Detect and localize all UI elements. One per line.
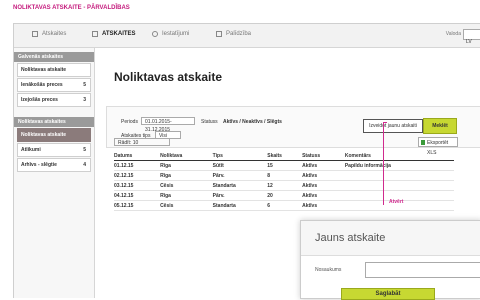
column-header[interactable]: Datums <box>114 152 161 161</box>
table-cell <box>344 170 454 181</box>
table-cell: Standarta <box>212 180 268 191</box>
sidebar-section-header: Noliktavas atskaites <box>14 117 94 127</box>
sidebar-item-outgoing[interactable]: Izejošās preces 3 <box>17 93 91 107</box>
table-cell: Papildu informācija <box>344 160 454 171</box>
table-cell: Rīga <box>160 170 213 181</box>
modal-title: Jauns atskaite <box>315 232 386 244</box>
grid-icon <box>92 31 98 37</box>
sidebar: Galvenās atskaites Noliktavas atskaite I… <box>14 48 95 298</box>
name-input[interactable] <box>365 262 480 278</box>
table-cell: Cēsis <box>160 200 213 211</box>
sidebar-item-balances[interactable]: Atlikumi 5 <box>17 143 91 157</box>
content-heading: Noliktavas atskaite <box>114 70 223 84</box>
period-label: Periods <box>121 119 138 125</box>
sidebar-item-label: Noliktavas atskaite <box>21 132 67 138</box>
table-cell: Cēsis <box>160 180 213 191</box>
table-cell: Rīga <box>160 160 213 171</box>
top-navigation: Atskaites ATSKAITES Iestatījumi Palīdzīb… <box>14 24 480 48</box>
name-field-label: Nosaukums <box>315 267 342 273</box>
create-report-button[interactable]: Izveidot jaunu atskaiti <box>363 119 423 133</box>
table-cell: Pārv. <box>212 170 268 181</box>
table-cell: 01.12.15 <box>114 160 161 171</box>
table-cell: 02.12.15 <box>114 170 161 181</box>
search-button[interactable]: Meklēt <box>423 118 457 134</box>
sidebar-item-count: 5 <box>83 82 86 88</box>
sidebar-item-incoming[interactable]: Ienākošās preces 5 <box>17 78 91 92</box>
column-header[interactable]: Komentārs <box>344 152 454 161</box>
help-icon <box>216 31 222 37</box>
table-cell: 03.12.15 <box>114 180 161 191</box>
table-cell: Sūtīt <box>212 160 268 171</box>
period-field[interactable]: 01.01.2015-31.12.2015 <box>141 117 195 133</box>
table-row[interactable]: 01.12.15 Rīga Sūtīt 15 Aktīvs Papildu in… <box>114 160 454 171</box>
connector-label: Atvērt <box>389 199 404 205</box>
sidebar-section-header: Galvenās atskaites <box>14 52 94 62</box>
sidebar-item-archive[interactable]: Arhīvs - slēgtie 4 <box>17 158 91 172</box>
nav-item-label: Atskaites <box>42 31 67 37</box>
save-button[interactable]: Saglabāt <box>341 288 435 300</box>
sidebar-item-label: Ienākošās preces <box>21 82 63 88</box>
column-header[interactable]: Tips <box>212 152 268 161</box>
sidebar-item-label: Izejošās preces <box>21 97 58 103</box>
table-header-row: Datums Noliktava Tips Skaits Statuss Kom… <box>114 152 454 161</box>
table-cell: Standarta <box>212 200 268 211</box>
table-cell: Aktīvs <box>302 170 345 181</box>
nav-item-label: Palīdzība <box>226 31 252 37</box>
table-cell: Aktīvs <box>302 180 345 191</box>
table-cell: Aktīvs <box>302 190 345 201</box>
nav-item-help[interactable]: Palīdzība <box>216 31 251 37</box>
language-value: LV <box>466 39 472 45</box>
table-cell: 6 <box>267 200 303 211</box>
nav-item-reports[interactable]: ATSKAITES <box>92 31 136 37</box>
gear-icon <box>152 31 158 37</box>
column-header[interactable]: Skaits <box>267 152 303 161</box>
table-cell: 05.12.15 <box>114 200 161 211</box>
connector-tick <box>384 122 387 123</box>
column-header[interactable]: Noliktava <box>160 152 213 161</box>
status-label: Statuss <box>201 119 218 125</box>
sidebar-item-label: Atlikumi <box>21 147 41 153</box>
connector-line <box>383 122 384 205</box>
nav-item-label: ATSKAITES <box>102 31 136 37</box>
sidebar-item-label: Noliktavas atskaite <box>21 67 67 73</box>
column-header[interactable]: Statuss <box>302 152 345 161</box>
export-xls-button[interactable]: Eksportēt XLS <box>418 137 458 156</box>
status-options[interactable]: Aktīvs / Neaktīvs / Slēgts <box>223 119 282 125</box>
table-cell: 04.12.15 <box>114 190 161 201</box>
new-report-modal: Jauns atskaite Nosaukums Saglabāt <box>300 220 480 300</box>
nav-item-reports-list[interactable]: Atskaites <box>32 31 66 37</box>
language-select[interactable]: LV <box>463 29 480 45</box>
sidebar-item-count: 3 <box>83 97 86 103</box>
table-cell: 12 <box>267 180 303 191</box>
table-row[interactable]: 03.12.15 Cēsis Standarta 12 Aktīvs <box>114 180 454 191</box>
page-title: NOLIKTAVAS ATSKAITE - PĀRVALDĪBAS <box>13 5 130 11</box>
table-cell: 20 <box>267 190 303 201</box>
nav-item-label: Iestatījumi <box>162 31 190 37</box>
sidebar-item-count: 4 <box>83 162 86 168</box>
language-label: Valoda <box>445 31 461 37</box>
table-cell: Aktīvs <box>302 160 345 171</box>
table-cell: 15 <box>267 160 303 171</box>
table-cell: Rīga <box>160 190 213 201</box>
sidebar-item-count: 5 <box>83 147 86 153</box>
sidebar-item-warehouse-report-selected[interactable]: Noliktavas atskaite <box>17 128 91 142</box>
list-icon <box>32 31 38 37</box>
table-cell: 8 <box>267 170 303 181</box>
table-cell: Pārv. <box>212 190 268 201</box>
nav-item-settings[interactable]: Iestatījumi <box>152 31 189 37</box>
table-cell <box>344 180 454 191</box>
sidebar-item-warehouse-report[interactable]: Noliktavas atskaite <box>17 63 91 77</box>
table-cell: Aktīvs <box>302 200 345 211</box>
page-size-select[interactable]: Rādīt: 10 <box>114 138 170 146</box>
table-row[interactable]: 02.12.15 Rīga Pārv. 8 Aktīvs <box>114 170 454 181</box>
sidebar-item-label: Arhīvs - slēgtie <box>21 162 57 168</box>
